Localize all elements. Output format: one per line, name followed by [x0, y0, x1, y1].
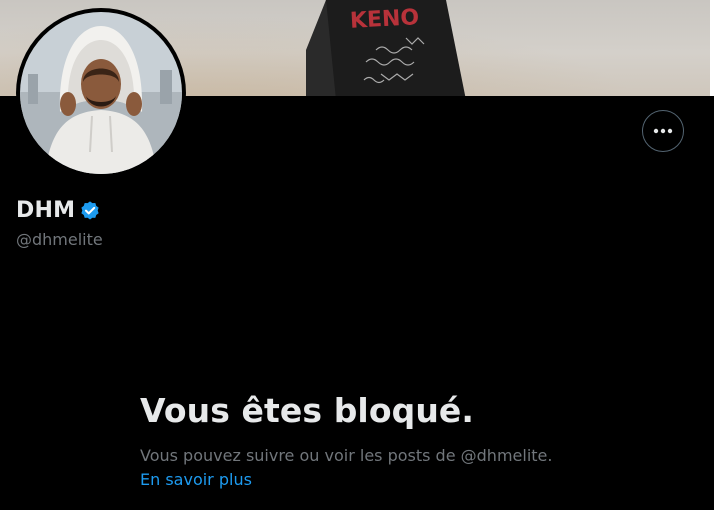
- banner-edge: [710, 0, 714, 96]
- more-options-button[interactable]: [642, 110, 684, 152]
- profile-name-row: DHM: [16, 198, 101, 223]
- banner-shirt-text: KENO: [349, 5, 419, 34]
- banner-person-figure: KENO: [306, 0, 466, 96]
- learn-more-link[interactable]: En savoir plus: [140, 470, 252, 489]
- blocked-description: Vous pouvez suivre ou voir les posts de …: [140, 446, 553, 465]
- verified-badge-icon[interactable]: [79, 200, 101, 222]
- display-name: DHM: [16, 198, 76, 223]
- more-dots-icon: [653, 128, 673, 134]
- blocked-title: Vous êtes bloqué.: [140, 391, 475, 430]
- profile-avatar[interactable]: [16, 8, 186, 178]
- profile-handle: @dhmelite: [16, 230, 103, 249]
- avatar-photo: [20, 12, 182, 174]
